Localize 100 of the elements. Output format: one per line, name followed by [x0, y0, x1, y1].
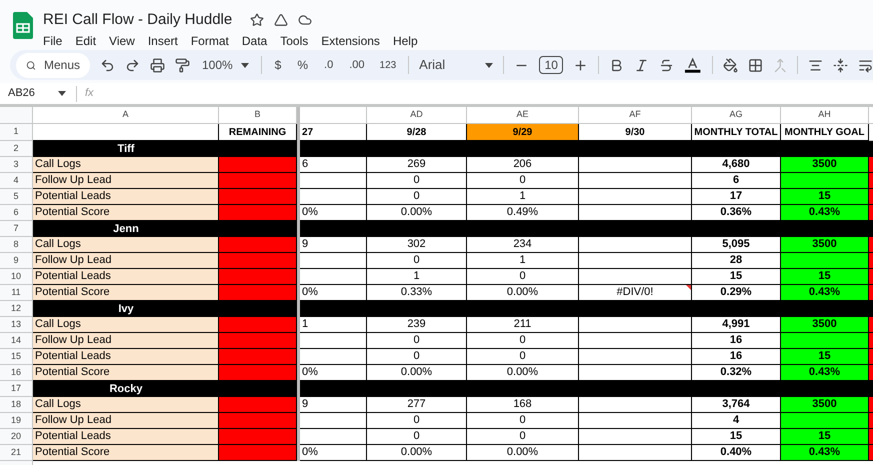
row-header[interactable]: 17	[0, 381, 33, 397]
number-format-button[interactable]: 123	[378, 58, 398, 72]
menu-item[interactable]: Data	[242, 32, 268, 50]
table-cell: 0	[367, 349, 467, 365]
row-header[interactable]: 15	[0, 349, 33, 365]
name-box[interactable]: AB26	[0, 85, 68, 102]
table-cell: 0.00%	[367, 365, 467, 381]
table-cell: 1	[367, 269, 467, 285]
percent-button[interactable]: %	[294, 56, 312, 74]
table-cell: 4	[692, 413, 781, 429]
document-title[interactable]: REI Call Flow - Daily Huddle	[43, 12, 232, 27]
row-header[interactable]: 7	[0, 221, 33, 237]
menu-item[interactable]: Extensions	[321, 32, 380, 50]
table-cell: 0.00%	[367, 445, 467, 461]
paint-format-icon[interactable]	[175, 58, 190, 72]
menu-item[interactable]: Tools	[280, 32, 308, 50]
align-icon[interactable]	[808, 58, 824, 72]
bold-icon[interactable]	[609, 58, 624, 72]
table-cell: 0.40%	[692, 445, 781, 461]
table-cell: 15	[781, 189, 869, 205]
table-cell: 15	[692, 429, 781, 445]
zoom-dropdown[interactable]: 100%	[200, 56, 251, 74]
table-cell: Follow Up Lead	[33, 333, 219, 349]
decrease-decimal-button[interactable]: .0	[321, 56, 336, 74]
undo-icon[interactable]	[100, 58, 115, 72]
caret-icon	[58, 91, 66, 96]
row-header[interactable]: 12	[0, 301, 33, 317]
increase-font-size-icon[interactable]	[573, 58, 588, 72]
table-cell: 0.43%	[781, 285, 869, 301]
fill-color-icon[interactable]	[722, 58, 738, 72]
cloud-icon[interactable]	[298, 12, 312, 26]
menu-item[interactable]: Edit	[75, 32, 96, 50]
row-header[interactable]: 8	[0, 237, 33, 253]
row-header[interactable]: 14	[0, 333, 33, 349]
menus-search-field[interactable]: Menus	[16, 52, 90, 78]
table-cell: 0	[367, 173, 467, 189]
row-header[interactable]: 21	[0, 445, 33, 461]
section-header: Jenn	[33, 221, 219, 237]
text-color-icon[interactable]	[684, 57, 702, 73]
triangle-icon[interactable]	[274, 12, 288, 26]
menu-item[interactable]: View	[109, 32, 135, 50]
row-header[interactable]: 3	[0, 157, 33, 173]
row-header[interactable]: 4	[0, 173, 33, 189]
table-cell: 0%	[300, 445, 367, 461]
print-icon[interactable]	[150, 58, 165, 72]
row-header[interactable]: 13	[0, 317, 33, 333]
table-cell: 3500	[781, 317, 869, 333]
increase-decimal-button[interactable]: .00	[346, 56, 368, 74]
row-header[interactable]: 18	[0, 397, 33, 413]
table-cell: MONTHLY TOTAL	[692, 124, 781, 141]
borders-icon[interactable]	[748, 58, 763, 72]
table-cell: 9/28	[367, 124, 467, 141]
table-cell: 0	[367, 333, 467, 349]
redo-icon[interactable]	[125, 58, 140, 72]
table-cell: 15	[781, 269, 869, 285]
table-cell: 0.00%	[467, 445, 579, 461]
table-cell: 206	[467, 157, 579, 173]
table-cell: 0.49%	[467, 205, 579, 221]
row-header[interactable]: 6	[0, 205, 33, 221]
table-cell: 3500	[781, 237, 869, 253]
table-cell: 15	[692, 269, 781, 285]
table-cell: Follow Up Lead	[33, 413, 219, 429]
strikethrough-icon[interactable]	[659, 58, 674, 72]
row-header[interactable]: 1	[0, 124, 33, 141]
table-cell: 277	[367, 397, 467, 413]
sheets-logo-icon[interactable]	[13, 12, 33, 39]
star-icon[interactable]	[250, 12, 264, 26]
row-header[interactable]: 9	[0, 253, 33, 269]
table-cell: 0%	[300, 285, 367, 301]
wrap-icon[interactable]	[858, 58, 873, 72]
row-header[interactable]: 2	[0, 141, 33, 157]
menu-item[interactable]: File	[43, 32, 62, 50]
search-icon	[26, 58, 36, 72]
table-cell: Call Logs	[33, 317, 219, 333]
vertical-align-icon[interactable]	[833, 58, 848, 72]
font-dropdown[interactable]: Arial	[419, 55, 494, 75]
table-cell: 4,991	[692, 317, 781, 333]
italic-icon[interactable]	[634, 58, 650, 72]
table-cell: 168	[467, 397, 579, 413]
menu-item[interactable]: Format	[190, 32, 229, 50]
row-header[interactable]: 5	[0, 189, 33, 205]
row-header[interactable]: 19	[0, 413, 33, 429]
currency-button[interactable]: $	[272, 56, 284, 74]
font-size-field[interactable]: 10	[539, 56, 564, 74]
row-header[interactable]: 10	[0, 269, 33, 285]
section-header: Tiff	[33, 141, 219, 157]
menu-item[interactable]: Help	[392, 32, 418, 50]
row-header[interactable]: 16	[0, 365, 33, 381]
table-cell: 17	[692, 189, 781, 205]
table-cell: 0.43%	[781, 365, 869, 381]
table-cell: Call Logs	[33, 237, 219, 253]
table-cell: 0	[367, 429, 467, 445]
row-header[interactable]: 11	[0, 285, 33, 301]
row-header[interactable]: 20	[0, 429, 33, 445]
table-cell: 234	[467, 237, 579, 253]
table-cell: 302	[367, 237, 467, 253]
menu-item[interactable]: Insert	[148, 32, 178, 50]
table-cell: Potential Score	[33, 285, 219, 301]
table-cell: Potential Leads	[33, 189, 219, 205]
table-cell: 0%	[300, 205, 367, 221]
